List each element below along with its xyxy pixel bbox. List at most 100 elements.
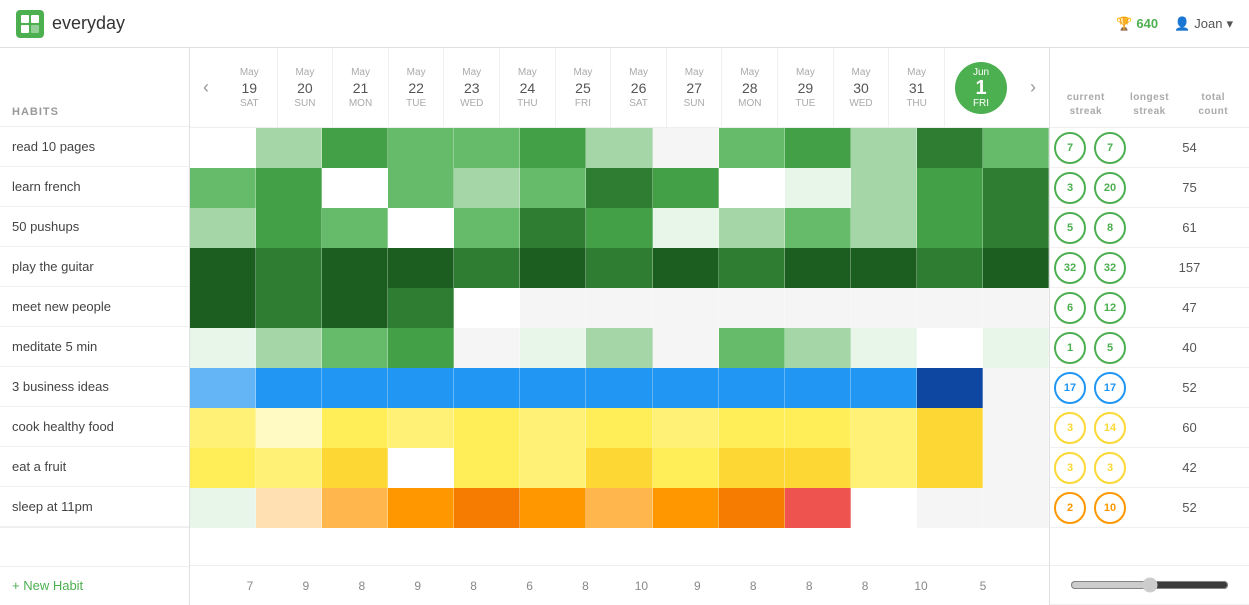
habit-cell[interactable] — [190, 288, 256, 328]
habit-name-row[interactable]: meet new people — [0, 287, 189, 327]
habit-cell[interactable] — [190, 328, 256, 368]
habit-cell[interactable] — [454, 248, 520, 288]
habit-cell[interactable] — [785, 208, 851, 248]
habit-cell[interactable] — [586, 408, 652, 448]
habit-cell[interactable] — [785, 288, 851, 328]
habit-cell[interactable] — [190, 168, 256, 208]
habit-cell[interactable] — [917, 208, 983, 248]
habit-cell[interactable] — [983, 168, 1049, 208]
habit-cell[interactable] — [851, 448, 917, 488]
habit-cell[interactable] — [454, 168, 520, 208]
habit-cell[interactable] — [719, 408, 785, 448]
habit-cell[interactable] — [454, 368, 520, 408]
habit-cell[interactable] — [719, 288, 785, 328]
habit-cell[interactable] — [388, 208, 454, 248]
habit-name-row[interactable]: sleep at 11pm — [0, 487, 189, 527]
habit-cell[interactable] — [520, 488, 586, 528]
habit-cell[interactable] — [653, 128, 719, 168]
habit-cell[interactable] — [454, 208, 520, 248]
habit-cell[interactable] — [917, 328, 983, 368]
habit-cell[interactable] — [983, 408, 1049, 448]
habit-cell[interactable] — [520, 128, 586, 168]
habit-cell[interactable] — [785, 448, 851, 488]
habit-cell[interactable] — [785, 368, 851, 408]
habit-cell[interactable] — [586, 208, 652, 248]
user-menu[interactable]: 👤 Joan ▾ — [1174, 16, 1233, 32]
habit-cell[interactable] — [190, 208, 256, 248]
habit-cell[interactable] — [983, 288, 1049, 328]
habit-cell[interactable] — [983, 328, 1049, 368]
habit-cell[interactable] — [520, 408, 586, 448]
habit-cell[interactable] — [719, 208, 785, 248]
habit-cell[interactable] — [653, 248, 719, 288]
habit-cell[interactable] — [917, 448, 983, 488]
habit-name-row[interactable]: cook healthy food — [0, 407, 189, 447]
habit-cell[interactable] — [454, 288, 520, 328]
habit-name-row[interactable]: play the guitar — [0, 247, 189, 287]
habit-cell[interactable] — [190, 488, 256, 528]
habit-cell[interactable] — [520, 288, 586, 328]
habit-cell[interactable] — [322, 128, 388, 168]
habit-cell[interactable] — [322, 208, 388, 248]
habit-cell[interactable] — [983, 448, 1049, 488]
habit-cell[interactable] — [719, 328, 785, 368]
habit-cell[interactable] — [719, 448, 785, 488]
habit-cell[interactable] — [256, 288, 322, 328]
habit-cell[interactable] — [653, 488, 719, 528]
habit-cell[interactable] — [851, 328, 917, 368]
habit-cell[interactable] — [586, 128, 652, 168]
habit-cell[interactable] — [256, 128, 322, 168]
habit-cell[interactable] — [917, 488, 983, 528]
habit-cell[interactable] — [256, 408, 322, 448]
habit-cell[interactable] — [322, 288, 388, 328]
habit-cell[interactable] — [653, 368, 719, 408]
habit-cell[interactable] — [785, 248, 851, 288]
habit-cell[interactable] — [454, 448, 520, 488]
habit-name-row[interactable]: read 10 pages — [0, 127, 189, 167]
habit-cell[interactable] — [190, 128, 256, 168]
habit-cell[interactable] — [785, 488, 851, 528]
habit-cell[interactable] — [388, 248, 454, 288]
habit-cell[interactable] — [983, 208, 1049, 248]
habit-cell[interactable] — [190, 408, 256, 448]
habit-cell[interactable] — [719, 368, 785, 408]
habit-name-row[interactable]: learn french — [0, 167, 189, 207]
habit-cell[interactable] — [388, 448, 454, 488]
habit-cell[interactable] — [983, 128, 1049, 168]
habit-cell[interactable] — [388, 328, 454, 368]
habit-cell[interactable] — [653, 328, 719, 368]
habit-cell[interactable] — [190, 368, 256, 408]
habit-cell[interactable] — [719, 488, 785, 528]
habit-cell[interactable] — [388, 168, 454, 208]
habit-cell[interactable] — [322, 168, 388, 208]
habit-cell[interactable] — [917, 288, 983, 328]
habit-cell[interactable] — [454, 488, 520, 528]
habit-cell[interactable] — [388, 368, 454, 408]
habit-cell[interactable] — [256, 168, 322, 208]
habit-cell[interactable] — [653, 288, 719, 328]
habit-cell[interactable] — [322, 488, 388, 528]
habit-cell[interactable] — [190, 248, 256, 288]
habit-cell[interactable] — [454, 128, 520, 168]
habit-cell[interactable] — [851, 488, 917, 528]
habit-cell[interactable] — [917, 368, 983, 408]
habit-cell[interactable] — [454, 328, 520, 368]
habit-cell[interactable] — [586, 248, 652, 288]
habit-cell[interactable] — [653, 208, 719, 248]
habit-cell[interactable] — [256, 328, 322, 368]
habit-cell[interactable] — [256, 248, 322, 288]
new-habit-button[interactable]: + New Habit — [0, 566, 189, 605]
habit-cell[interactable] — [388, 128, 454, 168]
habit-cell[interactable] — [520, 368, 586, 408]
habit-name-row[interactable]: meditate 5 min — [0, 327, 189, 367]
habit-cell[interactable] — [256, 488, 322, 528]
habit-cell[interactable] — [851, 248, 917, 288]
habit-cell[interactable] — [785, 168, 851, 208]
habit-cell[interactable] — [586, 328, 652, 368]
habit-cell[interactable] — [256, 208, 322, 248]
habit-cell[interactable] — [586, 368, 652, 408]
habit-cell[interactable] — [851, 168, 917, 208]
habit-cell[interactable] — [917, 168, 983, 208]
habit-cell[interactable] — [520, 168, 586, 208]
habit-cell[interactable] — [851, 368, 917, 408]
